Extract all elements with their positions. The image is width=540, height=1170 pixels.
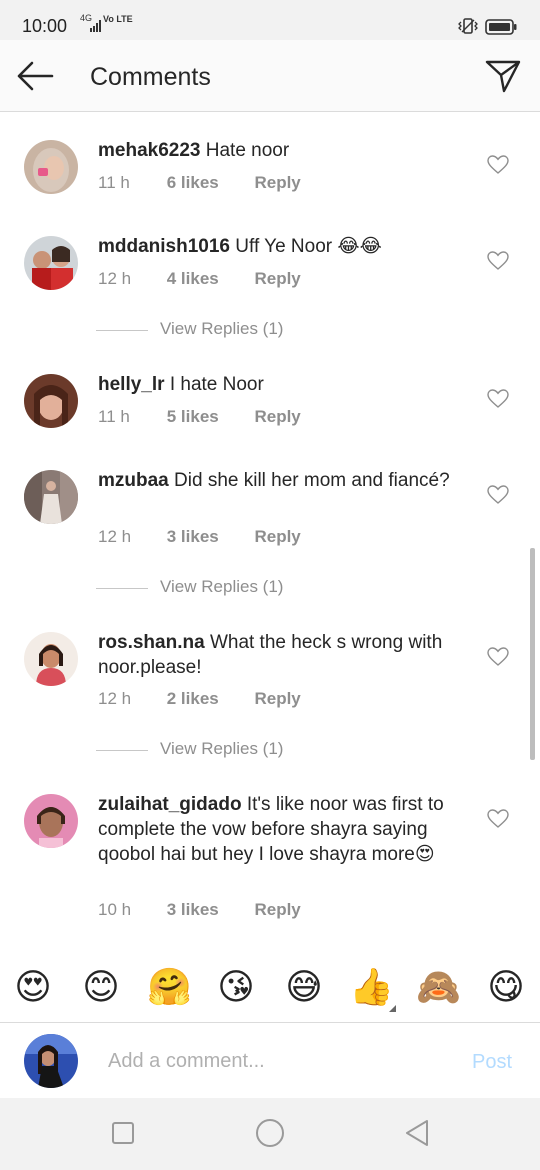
avatar[interactable] — [24, 236, 78, 290]
comment-body: Uff Ye Noor 😂😂 — [235, 236, 382, 257]
system-nav-bar — [0, 1098, 540, 1170]
status-bar: 10:00 4G Vo LTE — [0, 0, 540, 40]
comment-meta: 12 h 4 likes Reply — [98, 269, 301, 289]
heart-icon[interactable] — [487, 647, 509, 667]
reply-button[interactable]: Reply — [254, 173, 300, 193]
comment-likes[interactable]: 5 likes — [167, 407, 250, 427]
home-icon[interactable] — [256, 1119, 284, 1147]
skin-tone-indicator-icon — [389, 1005, 396, 1012]
avatar-image — [24, 374, 78, 428]
comment-time: 12 h — [98, 269, 132, 288]
volte-indicator: Vo LTE — [103, 14, 133, 24]
thumbs-up-emoji-icon[interactable]: 👍 — [349, 965, 394, 1009]
heart-icon[interactable] — [487, 809, 509, 829]
comment-composer: Post — [0, 1022, 540, 1098]
page-title: Comments — [90, 63, 211, 91]
comment-body: Hate noor — [205, 140, 290, 161]
comment-likes[interactable]: 3 likes — [167, 900, 250, 920]
reply-button[interactable]: Reply — [254, 527, 300, 547]
post-button[interactable]: Post — [472, 1051, 512, 1074]
avatar[interactable] — [24, 374, 78, 428]
reply-button[interactable]: Reply — [254, 689, 300, 709]
comment-username[interactable]: mehak6223 — [98, 140, 200, 161]
avatar[interactable] — [24, 632, 78, 686]
battery-icon — [485, 19, 517, 35]
comment-input[interactable] — [108, 1045, 448, 1077]
comment-likes[interactable]: 3 likes — [167, 527, 250, 547]
yum-emoji-icon[interactable]: 😋 — [484, 965, 528, 1009]
signal-icon — [90, 20, 101, 32]
avatar-image — [24, 470, 78, 524]
avatar-image — [24, 794, 78, 848]
comment-likes[interactable]: 6 likes — [167, 173, 250, 193]
smiling-emoji-icon[interactable]: 😊 — [79, 965, 123, 1009]
view-replies-line — [96, 750, 148, 751]
comment-meta: 11 h 6 likes Reply — [98, 173, 301, 193]
comment-username[interactable]: ros.shan.na — [98, 632, 205, 653]
heart-icon[interactable] — [487, 251, 509, 271]
view-replies-button[interactable]: View Replies (1) — [96, 319, 396, 343]
avatar[interactable] — [24, 470, 78, 524]
heart-icon[interactable] — [487, 155, 509, 175]
comment-body: I hate Noor — [169, 374, 264, 395]
reply-button[interactable]: Reply — [254, 407, 300, 427]
heart-icon[interactable] — [487, 389, 509, 409]
comment-text: ros.shan.na What the heck s wrong with n… — [98, 630, 478, 680]
view-replies-label: View Replies (1) — [160, 577, 284, 596]
comment-text: zulaihat_gidado It's like noor was first… — [98, 792, 478, 867]
avatar[interactable] — [24, 140, 78, 194]
view-replies-line — [96, 588, 148, 589]
comment-meta: 11 h 5 likes Reply — [98, 407, 301, 427]
comment-likes[interactable]: 4 likes — [167, 269, 250, 289]
reply-button[interactable]: Reply — [254, 269, 300, 289]
sweat-smile-emoji-icon[interactable]: 😅 — [282, 965, 326, 1009]
comment-time: 10 h — [98, 900, 132, 919]
reply-button[interactable]: Reply — [254, 900, 300, 920]
heart-icon[interactable] — [487, 485, 509, 505]
view-replies-line — [96, 330, 148, 331]
view-replies-label: View Replies (1) — [160, 739, 284, 758]
avatar[interactable] — [24, 794, 78, 848]
kissing-emoji-icon[interactable]: 😘 — [214, 965, 258, 1009]
scrollbar[interactable] — [530, 548, 535, 760]
current-user-avatar — [24, 1034, 78, 1088]
comment-text: mehak6223 Hate noor — [98, 138, 478, 163]
status-time: 10:00 — [22, 16, 68, 36]
comment-time: 12 h — [98, 689, 132, 708]
heart-eyes-emoji-icon[interactable]: 😍 — [11, 965, 55, 1009]
view-replies-button[interactable]: View Replies (1) — [96, 577, 396, 601]
view-replies-button[interactable]: View Replies (1) — [96, 739, 396, 763]
emoji-quick-bar: 😍 😊 🤗 😘 😅 👍 🙈 😋 — [0, 955, 540, 1021]
comment-time: 12 h — [98, 527, 132, 546]
comment-text: mddanish1016 Uff Ye Noor 😂😂 — [98, 234, 478, 259]
comment-body: Did she kill her mom and fiancé? — [174, 470, 450, 491]
view-replies-label: View Replies (1) — [160, 319, 284, 338]
comment-username[interactable]: mzubaa — [98, 470, 169, 491]
comment-time: 11 h — [98, 173, 130, 192]
comments-header: Comments — [0, 40, 540, 112]
comment-username[interactable]: zulaihat_gidado — [98, 794, 242, 815]
back-arrow-icon[interactable] — [14, 58, 56, 94]
avatar-image — [24, 140, 78, 194]
comment-likes[interactable]: 2 likes — [167, 689, 250, 709]
avatar-image — [24, 236, 78, 290]
vibrate-icon — [458, 18, 478, 34]
comment-text: mzubaa Did she kill her mom and fiancé? — [98, 468, 478, 493]
comment-meta: 10 h 3 likes Reply — [98, 900, 301, 920]
avatar-image — [24, 632, 78, 686]
paper-plane-icon[interactable] — [484, 58, 522, 94]
recent-apps-icon[interactable] — [112, 1122, 134, 1144]
hugging-emoji-icon[interactable]: 🤗 — [147, 965, 192, 1009]
comment-meta: 12 h 2 likes Reply — [98, 689, 301, 709]
see-no-evil-emoji-icon[interactable]: 🙈 — [416, 965, 461, 1009]
comment-meta: 12 h 3 likes Reply — [98, 527, 301, 547]
comment-time: 11 h — [98, 407, 130, 426]
comment-text: helly_lr I hate Noor — [98, 372, 478, 397]
comment-username[interactable]: mddanish1016 — [98, 236, 230, 257]
avatar-image — [24, 1034, 78, 1088]
comment-username[interactable]: helly_lr — [98, 374, 165, 395]
nav-back-icon[interactable] — [404, 1119, 430, 1147]
